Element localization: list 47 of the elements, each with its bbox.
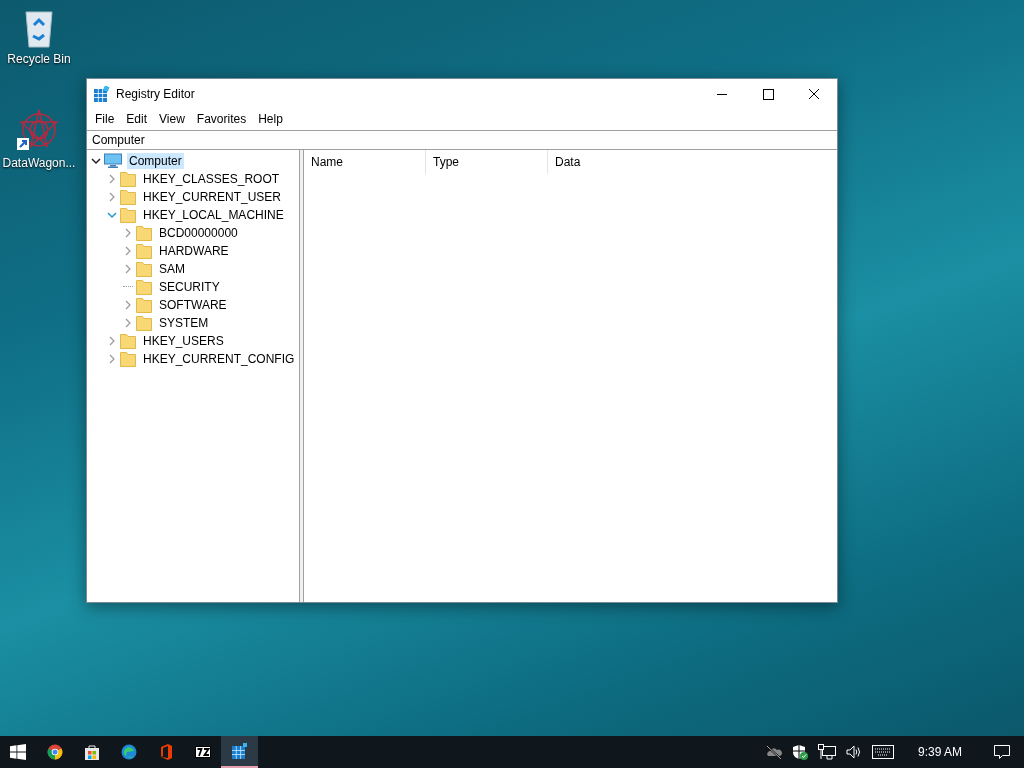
tree-item[interactable]: HKEY_CURRENT_CONFIG [141,351,297,367]
folder-icon [136,279,152,295]
tree-item[interactable]: Computer [127,153,184,169]
tree-item[interactable]: SYSTEM [157,315,211,331]
clock[interactable]: 9:39 AM [903,745,976,759]
folder-icon [136,243,152,259]
folder-icon [136,315,152,331]
speaker-icon[interactable] [845,744,862,760]
keyboard-icon[interactable] [871,745,894,759]
column-header[interactable]: Name [304,150,426,174]
tree-item[interactable]: SOFTWARE [157,297,229,313]
tree-item[interactable]: SAM [157,261,187,277]
chevron-icon[interactable] [91,156,101,166]
tree-item[interactable]: SECURITY [157,279,222,295]
menu-item[interactable]: File [89,112,121,126]
folder-icon [120,207,136,223]
network-icon[interactable] [817,744,836,760]
tree-item[interactable]: HKEY_CLASSES_ROOT [141,171,282,187]
folder-icon [136,297,152,313]
tree-item[interactable]: HKEY_CURRENT_USER [141,189,284,205]
menu-item[interactable]: Favorites [190,112,253,126]
menu-item[interactable]: Edit [120,112,154,126]
column-header[interactable]: Type [426,150,548,174]
registry-editor-icon[interactable] [221,736,258,768]
folder-icon [136,225,152,241]
registry-editor-icon [94,86,110,102]
tree-item[interactable]: BCD00000000 [157,225,240,241]
folder-icon [120,333,136,349]
shield-icon[interactable] [791,744,808,760]
monitor-icon [104,153,122,169]
folder-icon [120,171,136,187]
tree-item[interactable]: HARDWARE [157,243,231,259]
cloud-off-icon[interactable] [765,744,782,760]
folder-icon [136,261,152,277]
tree-item[interactable]: HKEY_USERS [141,333,226,349]
folder-icon [120,351,136,367]
tree-item[interactable]: HKEY_LOCAL_MACHINE [141,207,286,223]
notification-icon[interactable] [994,744,1010,760]
address-bar[interactable]: Computer [87,130,837,150]
window-title: Registry Editor [116,87,196,101]
column-header[interactable]: Data [548,150,669,174]
icon-label: Recycle Bin [7,52,71,66]
menu-item[interactable]: View [153,112,191,126]
menu-item[interactable]: Help [252,112,289,126]
recycle-bin-icon[interactable] [23,8,55,48]
icon-label: DataWagon... [2,156,76,170]
folder-icon [120,189,136,205]
